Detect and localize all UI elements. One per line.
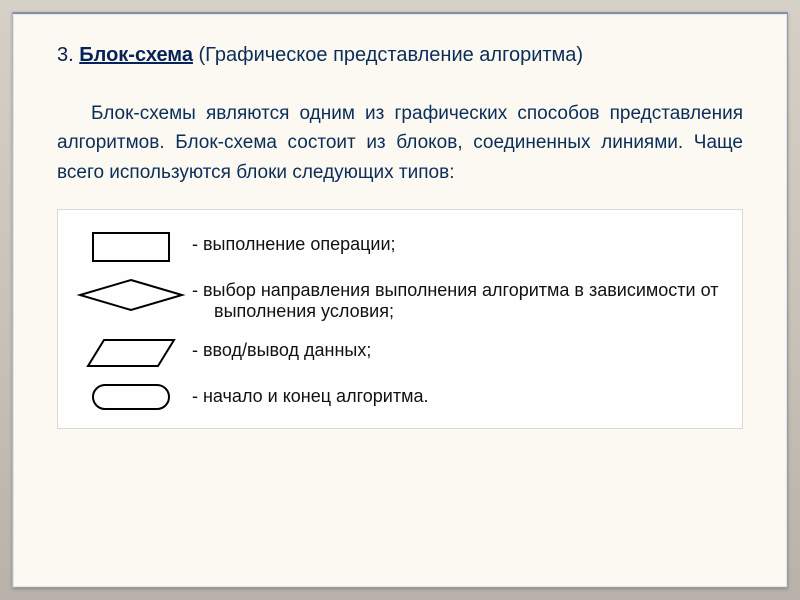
slide-background: 3. Блок-схема (Графическое представление… [0,0,800,600]
shape-label: - начало и конец алгоритма. [192,384,730,407]
decision-rhombus-icon [70,278,192,312]
shape-label-line1: - выбор направления выполнения алгоритма… [192,280,718,300]
shape-label-line2: выполнения условия; [192,301,730,322]
heading-rest: (Графическое представление алгоритма) [199,44,584,66]
io-parallelogram-icon [70,338,192,368]
shape-label: - ввод/вывод данных; [192,338,730,361]
shape-row-process: - выполнение операции; [70,232,730,262]
heading-number: 3. [57,44,74,66]
process-rectangle-icon [70,232,192,262]
shape-row-decision: - выбор направления выполнения алгоритма… [70,278,730,322]
shapes-block: - выполнение операции; - выбор направлен… [57,209,743,429]
slide-frame: 3. Блок-схема (Графическое представление… [12,12,788,588]
paragraph: Блок-схемы являются одним из графических… [57,99,743,187]
heading: 3. Блок-схема (Графическое представление… [57,42,743,69]
shape-row-terminator: - начало и конец алгоритма. [70,384,730,410]
heading-term: Блок-схема [79,44,193,66]
terminator-rounded-icon [70,384,192,410]
shape-label: - выполнение операции; [192,232,730,255]
shape-row-io: - ввод/вывод данных; [70,338,730,368]
shape-label: - выбор направления выполнения алгоритма… [192,278,730,322]
